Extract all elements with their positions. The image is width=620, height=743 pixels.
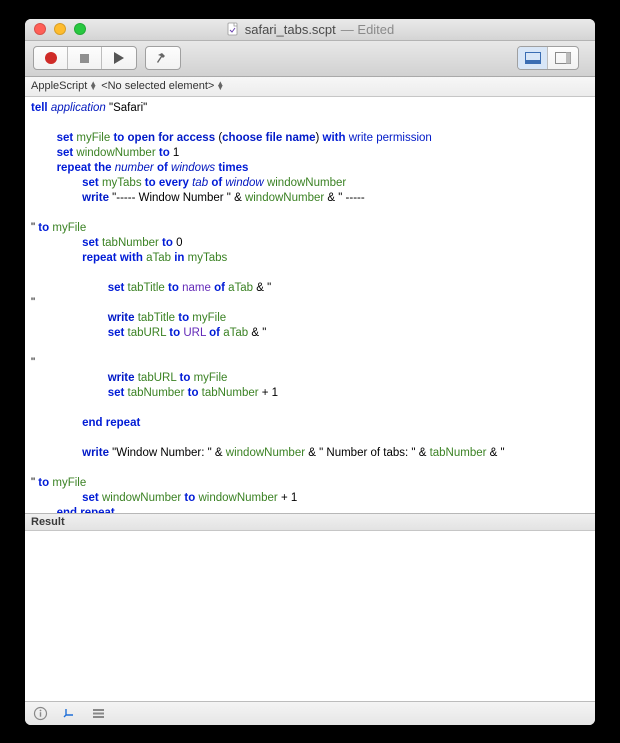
log-button[interactable] (91, 706, 106, 721)
view-controls-group (517, 46, 579, 70)
play-icon (114, 52, 124, 64)
close-icon[interactable] (34, 23, 46, 35)
run-button[interactable] (102, 47, 136, 69)
record-button[interactable] (34, 47, 68, 69)
stop-button[interactable] (68, 47, 102, 69)
element-selector[interactable]: <No selected element> ▲▼ (101, 80, 224, 92)
title-filename: safari_tabs.scpt (245, 22, 336, 37)
pane-side-icon (555, 52, 571, 64)
title-edited: — Edited (341, 22, 394, 37)
description-button[interactable] (33, 706, 48, 721)
status-bar (25, 701, 595, 725)
result-header: Result (25, 513, 595, 531)
element-label: <No selected element> (101, 80, 214, 92)
traffic-lights (25, 23, 86, 35)
toolbar (25, 41, 595, 77)
language-label: AppleScript (31, 80, 87, 92)
hammer-icon (156, 51, 170, 65)
zoom-icon[interactable] (74, 23, 86, 35)
chevron-updown-icon: ▲▼ (216, 82, 224, 90)
compile-group (145, 46, 181, 70)
titlebar[interactable]: safari_tabs.scpt — Edited (25, 19, 595, 41)
run-controls-group (33, 46, 137, 70)
result-pane[interactable] (25, 531, 595, 701)
result-button[interactable] (62, 706, 77, 721)
record-icon (45, 52, 57, 64)
minimize-icon[interactable] (54, 23, 66, 35)
show-bottom-pane-button[interactable] (518, 47, 548, 69)
window-title: safari_tabs.scpt — Edited (25, 22, 595, 37)
script-editor-window: safari_tabs.scpt — Edited (25, 19, 595, 725)
show-side-pane-button[interactable] (548, 47, 578, 69)
result-label: Result (31, 516, 65, 528)
compile-button[interactable] (146, 47, 180, 69)
chevron-updown-icon: ▲▼ (89, 82, 97, 90)
stop-icon (80, 54, 89, 63)
script-editor[interactable]: tell application "Safari" set myFile to … (25, 97, 595, 513)
navigation-bar: AppleScript ▲▼ <No selected element> ▲▼ (25, 77, 595, 97)
language-selector[interactable]: AppleScript ▲▼ (31, 80, 97, 92)
pane-bottom-icon (525, 52, 541, 64)
document-icon (226, 22, 240, 36)
